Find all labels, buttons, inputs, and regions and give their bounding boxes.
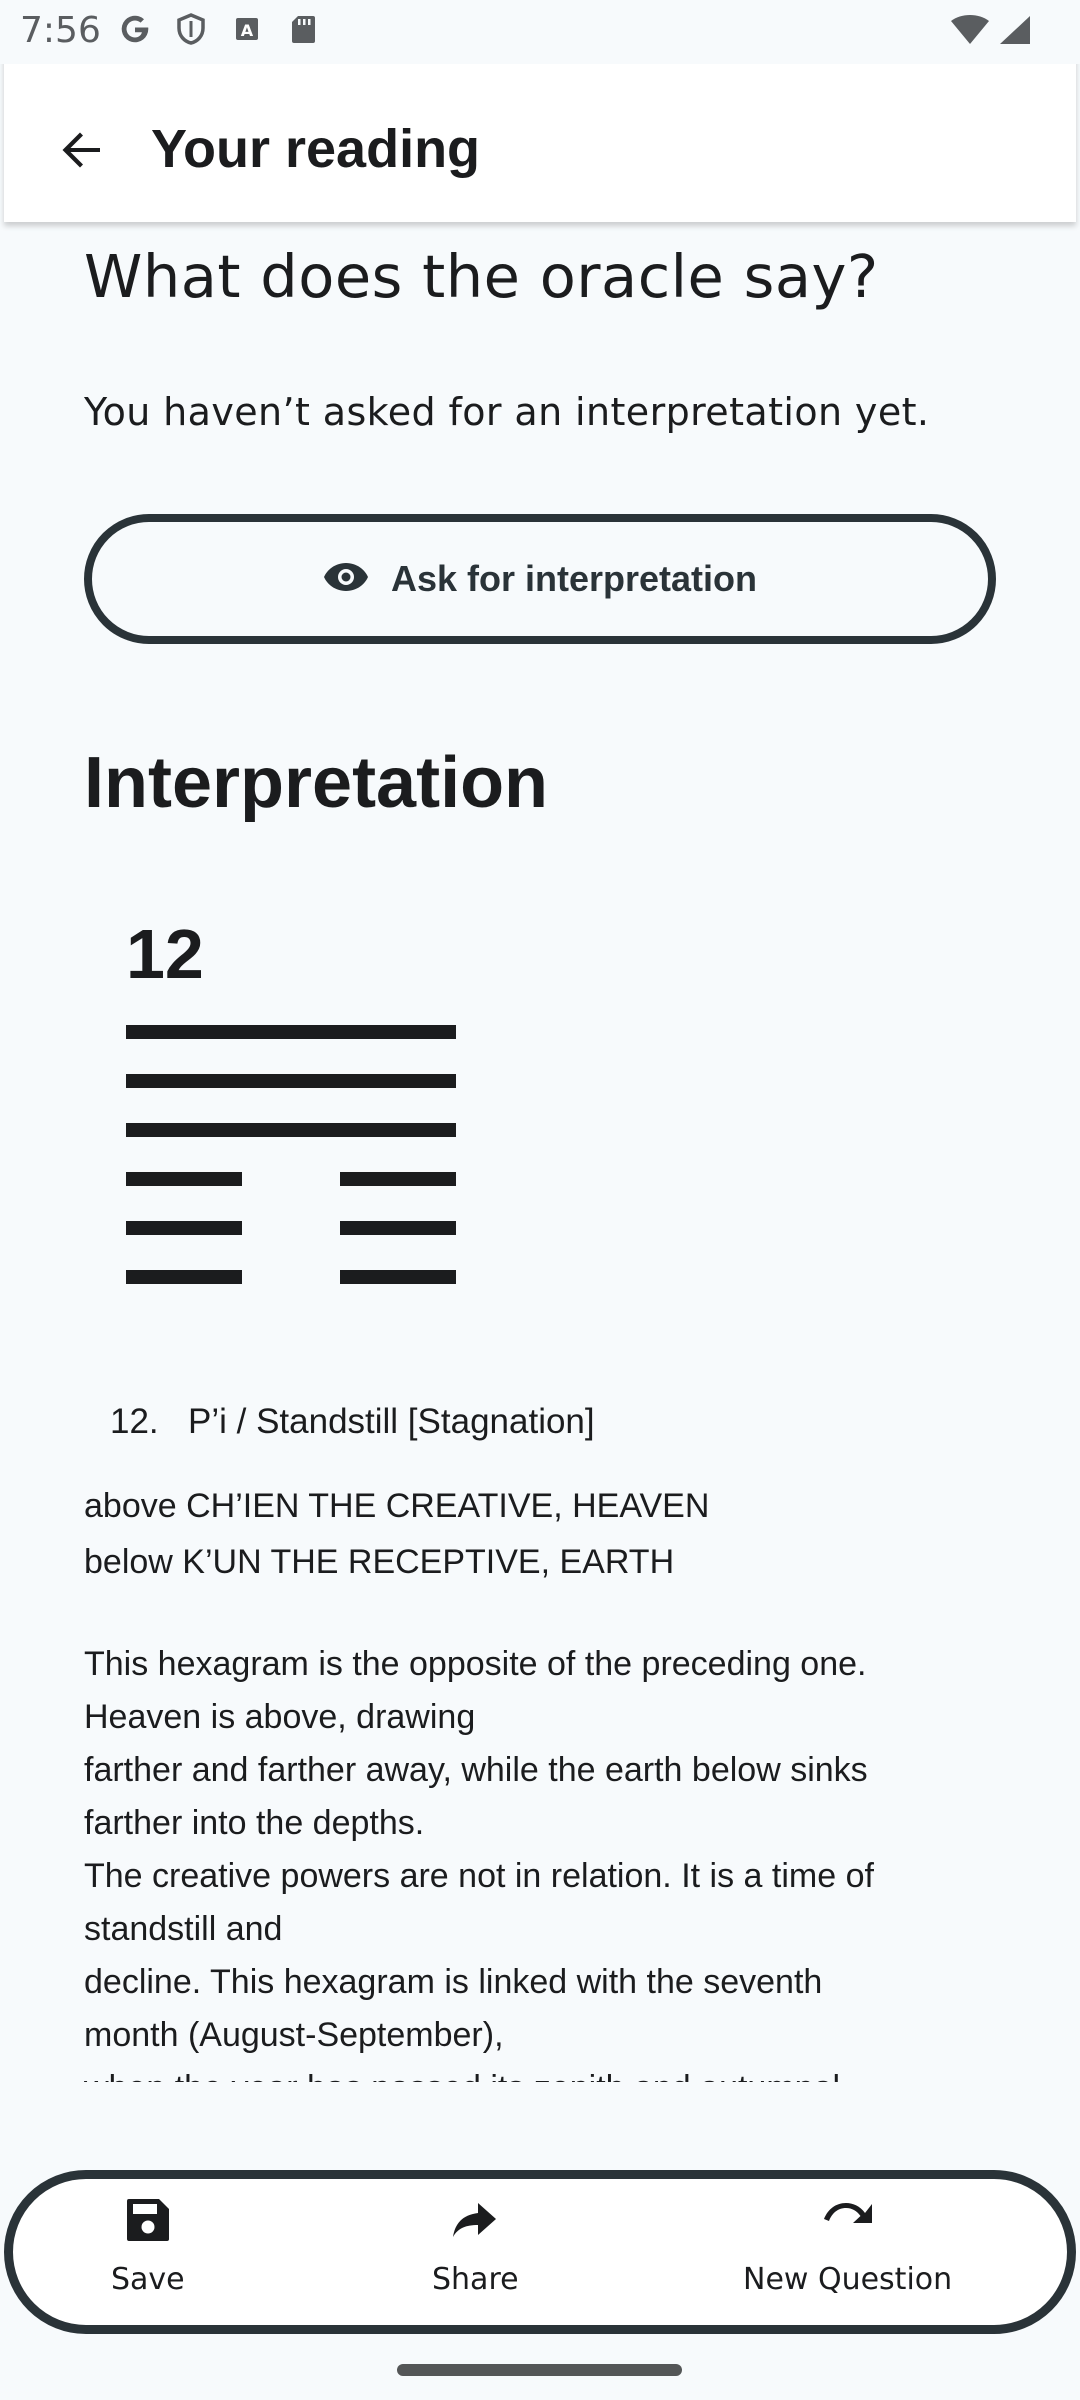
- hexagram-line-segment: [126, 1123, 456, 1137]
- hexagram-broken-line: [126, 1221, 456, 1235]
- body-line: farther into the depths.: [84, 1804, 425, 1842]
- hexagram-title-text: P’i / Standstill [Stagnation]: [188, 1402, 595, 1441]
- hexagram-broken-line: [126, 1270, 456, 1284]
- body-line: This hexagram is the opposite of the pre…: [84, 1645, 867, 1683]
- save-button[interactable]: Save: [111, 2193, 185, 2297]
- reading-content[interactable]: What does the oracle say? You haven’t as…: [0, 222, 1080, 2082]
- hexagram-line-segment: [340, 1270, 456, 1284]
- page-title: Your reading: [151, 119, 481, 179]
- status-bar: 7:56 A: [0, 0, 1080, 64]
- hexagram-solid-line: [126, 1123, 456, 1137]
- status-icons-left: A: [118, 12, 320, 46]
- eye-icon: [323, 561, 369, 598]
- arrow-back-icon: [58, 126, 106, 179]
- trigram-below: below K’UN THE RECEPTIVE, EARTH: [84, 1543, 675, 1581]
- hexagram-solid-line: [126, 1074, 456, 1088]
- hexagram-line-segment: [340, 1221, 456, 1235]
- hexagram-line-segment: [340, 1172, 456, 1186]
- ask-button-label: Ask for interpretation: [390, 558, 758, 599]
- trigrams: above CH’IEN THE CREATIVE, HEAVEN below …: [84, 1478, 709, 1590]
- shield-icon: [174, 12, 208, 46]
- hexagram-solid-line: [126, 1025, 456, 1039]
- save-icon: [121, 2193, 175, 2252]
- body-line: month (August-September),: [84, 2016, 504, 2054]
- hexagram-figure: [126, 1025, 456, 1319]
- trigram-above: above CH’IEN THE CREATIVE, HEAVEN: [84, 1487, 710, 1525]
- interpretation-heading: Interpretation: [84, 743, 549, 823]
- hexagram-line-segment: [126, 1025, 456, 1039]
- interpretation-body: This hexagram is the opposite of the pre…: [84, 1638, 1004, 2082]
- body-line: The creative powers are not in relation.…: [84, 1857, 874, 1895]
- oracle-heading: What does the oracle say?: [84, 242, 879, 311]
- hexagram-line-segment: [126, 1074, 456, 1088]
- font-icon: A: [230, 12, 264, 46]
- new-question-label: New Question: [743, 2262, 953, 2297]
- new-question-button[interactable]: New Question: [743, 2193, 952, 2297]
- hexagram-title-number: 12.: [110, 1402, 159, 1441]
- body-line: when the year has passed its zenith and …: [84, 2062, 1004, 2082]
- save-label: Save: [111, 2262, 185, 2297]
- hexagram-line-segment: [126, 1221, 242, 1235]
- body-line: Heaven is above, drawing: [84, 1698, 476, 1736]
- hexagram-line-segment: [126, 1270, 242, 1284]
- body-line: decline. This hexagram is linked with th…: [84, 1963, 823, 2001]
- redo-icon: [819, 2193, 877, 2252]
- google-icon: [118, 12, 152, 46]
- home-indicator[interactable]: [397, 2364, 682, 2376]
- hexagram-line-segment: [126, 1172, 242, 1186]
- share-icon: [448, 2193, 502, 2252]
- sd-card-icon: [286, 12, 320, 46]
- svg-text:A: A: [241, 21, 254, 40]
- status-icons-right: [950, 14, 1032, 51]
- oracle-subtitle: You haven’t asked for an interpretation …: [84, 390, 930, 434]
- status-time: 7:56: [20, 10, 101, 51]
- ask-for-interpretation-button[interactable]: Ask for interpretation: [84, 514, 996, 644]
- bottom-action-bar: Save Share New Question: [4, 2170, 1076, 2334]
- hexagram-title: 12. P’i / Standstill [Stagnation]: [110, 1402, 595, 1442]
- body-line: standstill and: [84, 1910, 283, 1948]
- back-button[interactable]: [50, 120, 114, 184]
- wifi-icon: [950, 14, 990, 51]
- hexagram-number: 12: [126, 915, 204, 993]
- signal-icon: [998, 14, 1032, 51]
- share-button[interactable]: Share: [432, 2193, 519, 2297]
- share-label: Share: [432, 2262, 519, 2297]
- body-line: farther and farther away, while the eart…: [84, 1751, 868, 1789]
- hexagram-broken-line: [126, 1172, 456, 1186]
